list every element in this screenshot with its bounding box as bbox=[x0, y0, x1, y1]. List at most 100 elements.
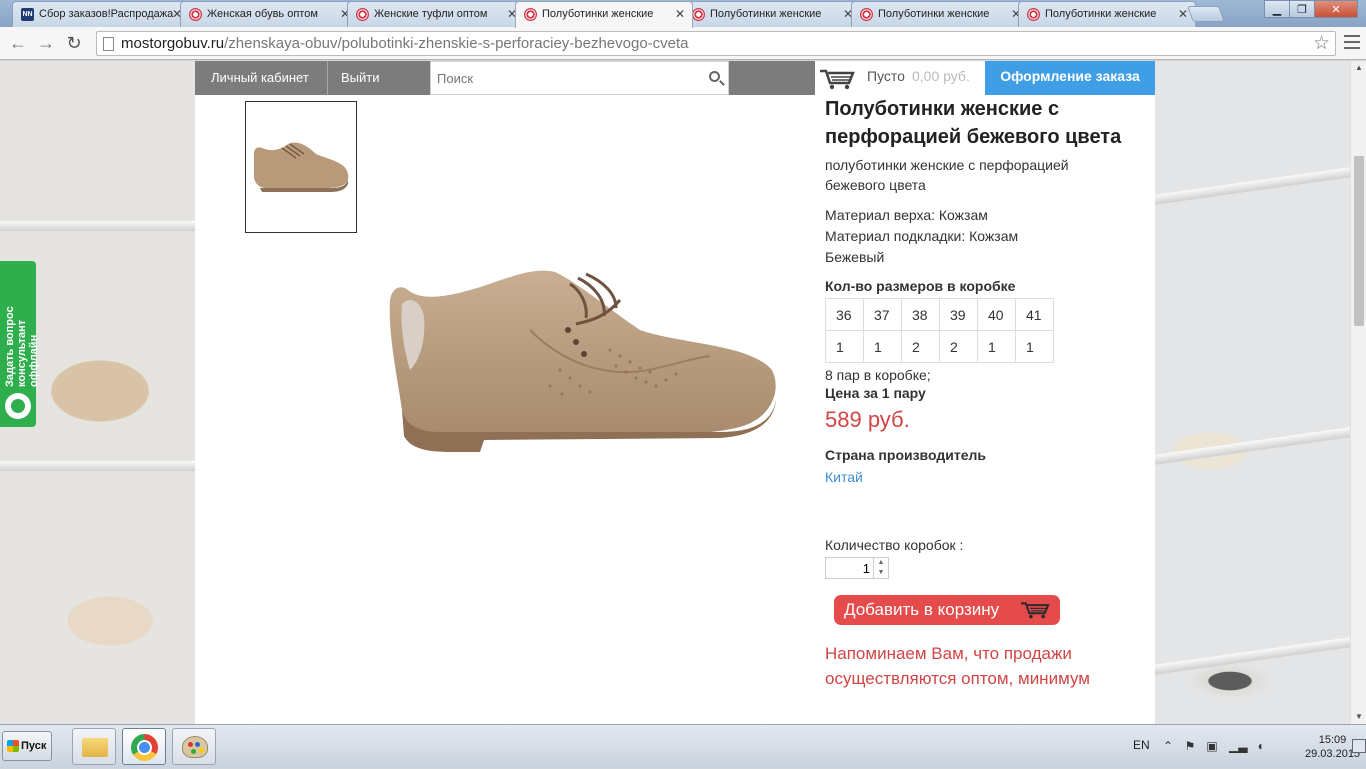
tab-close-icon[interactable]: ✕ bbox=[1178, 2, 1188, 26]
browser-tab-4[interactable]: Полуботинки женские ✕ bbox=[683, 1, 861, 27]
cart-sum: 0,00 руб. bbox=[912, 68, 970, 84]
action-center-flag-icon[interactable]: ⚑ bbox=[1183, 739, 1197, 753]
logout-link[interactable]: Выйти bbox=[341, 61, 380, 95]
quantity-label: Количество коробок : bbox=[825, 537, 964, 553]
scroll-down-icon[interactable]: ▼ bbox=[1351, 710, 1366, 724]
background-shelf bbox=[1155, 427, 1350, 465]
material-lining: Материал подкладки: Кожзам bbox=[825, 228, 1019, 244]
size-cell: 38 bbox=[901, 298, 940, 331]
browser-menu-icon[interactable] bbox=[1344, 35, 1360, 49]
reload-icon[interactable]: ↻ bbox=[62, 32, 86, 54]
mini-cart[interactable]: Пусто 0,00 руб. bbox=[815, 61, 985, 95]
address-bar[interactable]: mostorgobuv.ru/zhenskaya-obuv/polubotink… bbox=[96, 31, 1336, 56]
product-content: Полуботинки женские с перфорацией бежево… bbox=[195, 95, 1155, 724]
back-arrow-icon[interactable]: ← bbox=[6, 32, 30, 54]
widget-line-2: консультант оффлайн bbox=[16, 319, 40, 387]
background-shelf bbox=[0, 461, 195, 471]
ask-question-widget[interactable]: Задать вопрос консультант оффлайн bbox=[0, 261, 40, 427]
minimize-icon[interactable]: ▁ bbox=[1264, 0, 1290, 18]
header-divider bbox=[327, 61, 328, 95]
browser-tab-2[interactable]: Женские туфли оптом ✕ bbox=[347, 1, 525, 27]
section-divider bbox=[825, 489, 1095, 497]
pairs-per-box: 8 пар в коробке; bbox=[825, 367, 931, 383]
folder-icon bbox=[82, 738, 108, 757]
size-cell: 39 bbox=[939, 298, 978, 331]
count-cell: 1 bbox=[825, 330, 864, 363]
wholesale-reminder: Напоминаем Вам, что продажи осуществляют… bbox=[825, 644, 1090, 688]
tab-label: Полуботинки женские bbox=[1045, 8, 1157, 20]
stepper-up-icon[interactable]: ▲ bbox=[874, 558, 888, 568]
windows-taskbar: Пуск EN ⌃ ⚑ ▣ ▁▃ ◖ 15:09 29.03.2015 bbox=[0, 724, 1366, 768]
count-cell: 1 bbox=[863, 330, 902, 363]
count-cell: 1 bbox=[1015, 330, 1054, 363]
taskbar-paint[interactable] bbox=[172, 728, 216, 765]
counts-row: 1 1 2 2 1 1 bbox=[825, 330, 1054, 363]
device-icon[interactable]: ▣ bbox=[1205, 739, 1219, 753]
start-button[interactable]: Пуск bbox=[2, 731, 52, 761]
browser-tab-3-active[interactable]: Полуботинки женские ✕ bbox=[515, 1, 693, 28]
search-box bbox=[430, 61, 729, 95]
product-color: Бежевый bbox=[825, 249, 885, 265]
browser-tab-6[interactable]: Полуботинки женские ✕ bbox=[1018, 1, 1196, 27]
add-to-cart-button[interactable]: Добавить в корзину bbox=[834, 595, 1060, 625]
restore-icon[interactable]: ❐ bbox=[1289, 0, 1315, 18]
page-icon bbox=[103, 37, 114, 51]
site-favicon-icon bbox=[692, 8, 705, 21]
background-shelf bbox=[0, 221, 195, 231]
new-tab-button[interactable] bbox=[1187, 6, 1225, 22]
forward-arrow-icon[interactable]: → bbox=[34, 32, 58, 54]
url-path: /zhenskaya-obuv/polubotinki-zhenskie-s-p… bbox=[224, 35, 689, 52]
cart-icon bbox=[820, 69, 855, 90]
widget-text: Задать вопрос консультант оффлайн bbox=[4, 267, 40, 387]
size-cell: 37 bbox=[863, 298, 902, 331]
tab-close-icon[interactable]: ✕ bbox=[675, 2, 685, 26]
sizes-title: Кол-во размеров в коробке bbox=[825, 278, 1016, 294]
search-input[interactable] bbox=[431, 62, 691, 94]
site-favicon-icon bbox=[356, 8, 369, 21]
country-link[interactable]: Китай bbox=[825, 469, 1125, 485]
browser-tab-1[interactable]: Женская обувь оптом ✕ bbox=[180, 1, 358, 27]
close-window-icon[interactable]: ✕ bbox=[1314, 0, 1358, 18]
size-cell: 40 bbox=[977, 298, 1016, 331]
page-scrollbar[interactable]: ▲ ▼ bbox=[1350, 61, 1366, 724]
product-properties: Материал верха: Кожзам Материал подкладк… bbox=[825, 205, 1125, 268]
tab-label: Полуботинки женские bbox=[710, 8, 822, 20]
chrome-icon bbox=[131, 734, 158, 761]
language-indicator[interactable]: EN bbox=[1133, 738, 1150, 752]
scroll-up-icon[interactable]: ▲ bbox=[1351, 61, 1366, 75]
product-info: Полуботинки женские с перфорацией бежево… bbox=[825, 95, 1125, 691]
browser-tab-0[interactable]: NN Сбор заказов!Распродажа ✕ bbox=[12, 1, 190, 27]
product-subtitle: полуботинки женские с перфорацией бежево… bbox=[825, 157, 1069, 193]
product-main-image bbox=[389, 270, 776, 452]
site-favicon-icon bbox=[1027, 8, 1040, 21]
tab-label: Полуботинки женские bbox=[878, 8, 990, 20]
add-to-cart-label: Добавить в корзину bbox=[844, 600, 1000, 619]
url-text[interactable]: mostorgobuv.ru/zhenskaya-obuv/polubotink… bbox=[121, 32, 689, 55]
checkout-button[interactable]: Оформление заказа bbox=[985, 61, 1155, 95]
system-tray: EN ⌃ ⚑ ▣ ▁▃ ◖ 15:09 29.03.2015 bbox=[1125, 725, 1366, 769]
paint-palette-icon bbox=[182, 736, 208, 758]
site-favicon-icon bbox=[189, 8, 202, 21]
tray-expand-icon[interactable]: ⌃ bbox=[1161, 739, 1175, 753]
volume-icon[interactable]: ◖ bbox=[1253, 739, 1267, 753]
network-signal-icon[interactable]: ▁▃ bbox=[1229, 739, 1247, 753]
tab-label: Сбор заказов!Распродажа bbox=[39, 8, 174, 20]
nn-favicon-icon: NN bbox=[21, 8, 34, 21]
stepper-arrows: ▲ ▼ bbox=[873, 558, 888, 578]
account-link[interactable]: Личный кабинет bbox=[211, 61, 309, 95]
background-shelf bbox=[1155, 167, 1350, 205]
taskbar-chrome[interactable] bbox=[122, 728, 166, 765]
browser-tab-5[interactable]: Полуботинки женские ✕ bbox=[851, 1, 1029, 27]
count-cell: 2 bbox=[901, 330, 940, 363]
tab-label: Полуботинки женские bbox=[542, 8, 654, 20]
product-thumbnail[interactable] bbox=[245, 101, 357, 233]
quantity-input[interactable] bbox=[826, 558, 874, 578]
bookmark-star-icon[interactable]: ☆ bbox=[1313, 32, 1330, 55]
scroll-thumb[interactable] bbox=[1354, 156, 1364, 326]
show-desktop-icon[interactable] bbox=[1352, 739, 1366, 753]
search-icon[interactable] bbox=[709, 71, 720, 82]
stepper-down-icon[interactable]: ▼ bbox=[874, 568, 888, 578]
taskbar-explorer[interactable] bbox=[72, 728, 116, 765]
site-header: Личный кабинет Выйти Пусто 0,00 руб. Офо… bbox=[195, 61, 1155, 95]
size-cell: 36 bbox=[825, 298, 864, 331]
